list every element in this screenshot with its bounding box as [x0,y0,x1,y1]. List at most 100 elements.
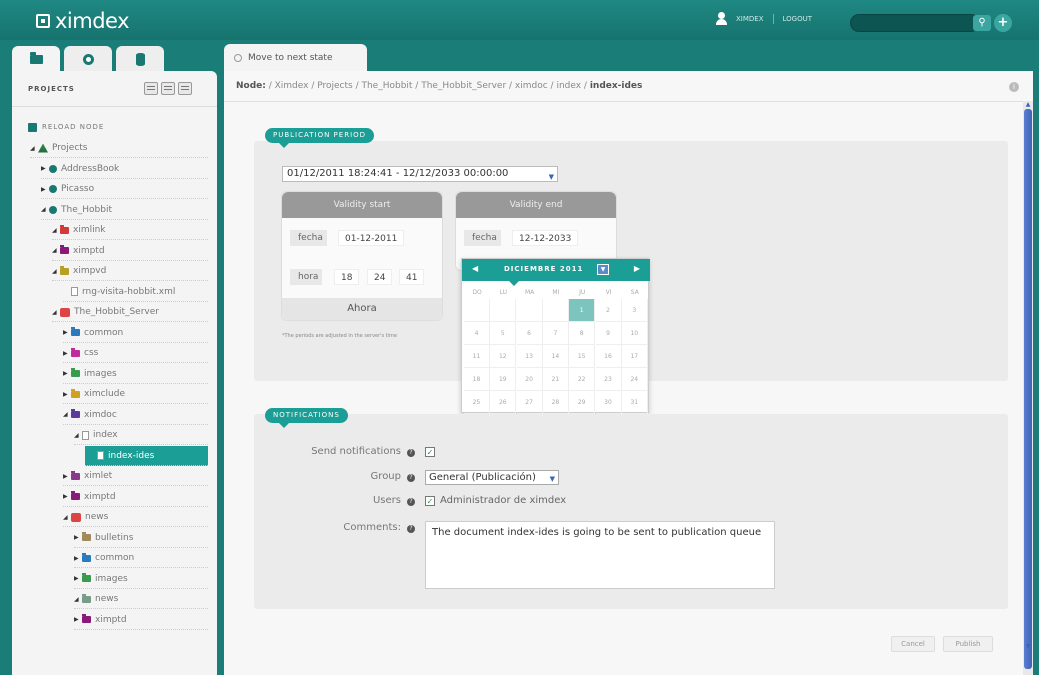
calendar-day[interactable]: 6 [516,322,543,345]
end-date-field[interactable]: 12-12-2033 [512,230,579,246]
calendar-day[interactable]: 26 [490,391,517,414]
calendar-day[interactable]: 28 [542,391,569,414]
tab-modules[interactable] [64,46,112,72]
expanded-arrow-icon[interactable]: ◢ [74,596,82,603]
collapsed-arrow-icon[interactable]: ▶ [74,555,82,562]
calendar-day[interactable]: 22 [569,368,596,391]
calendar-day[interactable]: 20 [516,368,543,391]
help-icon[interactable]: ? [407,525,415,533]
chevron-left-icon[interactable]: ◀ [472,264,478,273]
calendar-day[interactable]: 14 [542,345,569,368]
expanded-arrow-icon[interactable]: ◢ [30,145,38,152]
calendar-day[interactable]: 7 [542,322,569,345]
calendar-day[interactable]: 25 [464,391,490,414]
tree-node[interactable]: ▶ ximptd [63,487,116,507]
tab-database[interactable] [116,46,164,72]
tree-node[interactable]: ◢ ximpvd [52,261,106,281]
publish-button[interactable]: Publish [943,636,993,652]
group-select[interactable]: General (Publicación) ▼ [425,470,559,485]
collapsed-arrow-icon[interactable]: ▶ [74,616,82,623]
username-link[interactable]: XIMDEX [736,15,764,23]
expanded-arrow-icon[interactable]: ◢ [52,227,60,234]
calendar-day[interactable]: 3 [621,299,648,322]
calendar-day[interactable]: 10 [621,322,648,345]
app-logo[interactable]: ximdex [36,9,130,33]
month-dropdown-button[interactable]: ▼ [597,264,609,275]
tree-node[interactable]: ◢ ximdoc [63,405,117,425]
calendar-day[interactable]: 29 [569,391,596,414]
scroll-thumb[interactable] [1024,109,1032,669]
tree-node[interactable]: ▶ bulletins [74,528,133,548]
tree-node[interactable]: ▶ ximlet [63,466,112,486]
expanded-arrow-icon[interactable]: ◢ [63,411,71,418]
scroll-up-icon[interactable]: ▲ [1024,101,1032,109]
chevron-right-icon[interactable]: ▶ [634,264,640,273]
calendar-day[interactable]: 8 [569,322,596,345]
tree-node[interactable]: ▶ images [74,569,128,589]
calendar-day[interactable]: 9 [595,322,622,345]
calendar-day[interactable]: 13 [516,345,543,368]
view-list-button[interactable] [161,82,175,95]
comments-textarea[interactable]: The document index-ides is going to be s… [425,521,775,589]
calendar-day[interactable]: 21 [542,368,569,391]
calendar-day[interactable]: 24 [621,368,648,391]
tree-node[interactable]: ◢ The_Hobbit [41,200,112,220]
view-grid-button[interactable] [178,82,192,95]
view-tree-button[interactable] [144,82,158,95]
calendar-day[interactable]: 23 [595,368,622,391]
tree-node[interactable]: ▶ ximclude [63,384,125,404]
tree-node[interactable]: ▶ ximptd [74,610,127,630]
collapsed-arrow-icon[interactable]: ▶ [74,534,82,541]
calendar-day[interactable]: 18 [464,368,490,391]
expanded-arrow-icon[interactable]: ◢ [74,432,82,439]
tree-node[interactable]: ◢ ximptd [52,241,105,261]
scroll-down-icon[interactable]: ▼ [1024,643,1032,651]
collapsed-arrow-icon[interactable]: ▶ [41,186,49,193]
period-select[interactable]: 01/12/2011 18:24:41 - 12/12/2033 00:00:0… [282,166,558,182]
collapsed-arrow-icon[interactable]: ▶ [63,329,71,336]
tree-node[interactable]: rng-visita-hobbit.xml [63,282,175,302]
calendar-day[interactable]: 19 [490,368,517,391]
send-notifications-checkbox[interactable]: ✓ [425,447,435,457]
cancel-button[interactable]: Cancel [891,636,935,652]
tree-node[interactable]: ▶ images [63,364,117,384]
help-icon[interactable]: ? [407,474,415,482]
tree-node[interactable]: ◢ ximlink [52,220,106,240]
collapsed-arrow-icon[interactable]: ▶ [63,391,71,398]
vertical-scrollbar[interactable]: ▲ ▼ [1023,101,1033,675]
search-input[interactable] [850,14,980,32]
help-icon[interactable]: ? [407,449,415,457]
collapsed-arrow-icon[interactable]: ▶ [74,575,82,582]
expanded-arrow-icon[interactable]: ◢ [52,247,60,254]
now-button[interactable]: Ahora [282,298,442,320]
add-icon[interactable]: + [994,14,1012,32]
tree-node[interactable]: ▶ common [74,548,134,568]
calendar-day[interactable]: 1 [569,299,596,322]
tree-node[interactable]: ◢ The_Hobbit_Server [52,302,159,322]
collapsed-arrow-icon[interactable]: ▶ [63,350,71,357]
calendar-day[interactable]: 2 [595,299,622,322]
tree-node[interactable]: ◢ news [74,589,118,609]
calendar-day[interactable]: 27 [516,391,543,414]
calendar-day[interactable]: 16 [595,345,622,368]
collapsed-arrow-icon[interactable]: ▶ [63,473,71,480]
start-second-field[interactable]: 41 [399,269,425,285]
help-icon[interactable]: ? [407,498,415,506]
tree-node[interactable]: ▶ css [63,343,98,363]
calendar-day[interactable]: 30 [595,391,622,414]
calendar-day[interactable]: 31 [621,391,648,414]
start-date-field[interactable]: 01-12-2011 [338,230,405,246]
start-hour-field[interactable]: 18 [334,269,360,285]
tree-node[interactable]: ▶ Picasso [41,179,94,199]
expanded-arrow-icon[interactable]: ◢ [52,268,60,275]
calendar-day[interactable]: 11 [464,345,490,368]
tree-node[interactable]: ▶ common [63,323,123,343]
expanded-arrow-icon[interactable]: ◢ [41,206,49,213]
start-minute-field[interactable]: 24 [367,269,393,285]
tree-node[interactable]: index-ides [85,445,208,466]
calendar-day[interactable]: 12 [490,345,517,368]
tree-node[interactable]: ◢ Projects [30,138,87,158]
collapsed-arrow-icon[interactable]: ▶ [63,370,71,377]
calendar-day[interactable]: 5 [490,322,517,345]
reload-node-button[interactable]: RELOAD NODE [28,117,104,137]
